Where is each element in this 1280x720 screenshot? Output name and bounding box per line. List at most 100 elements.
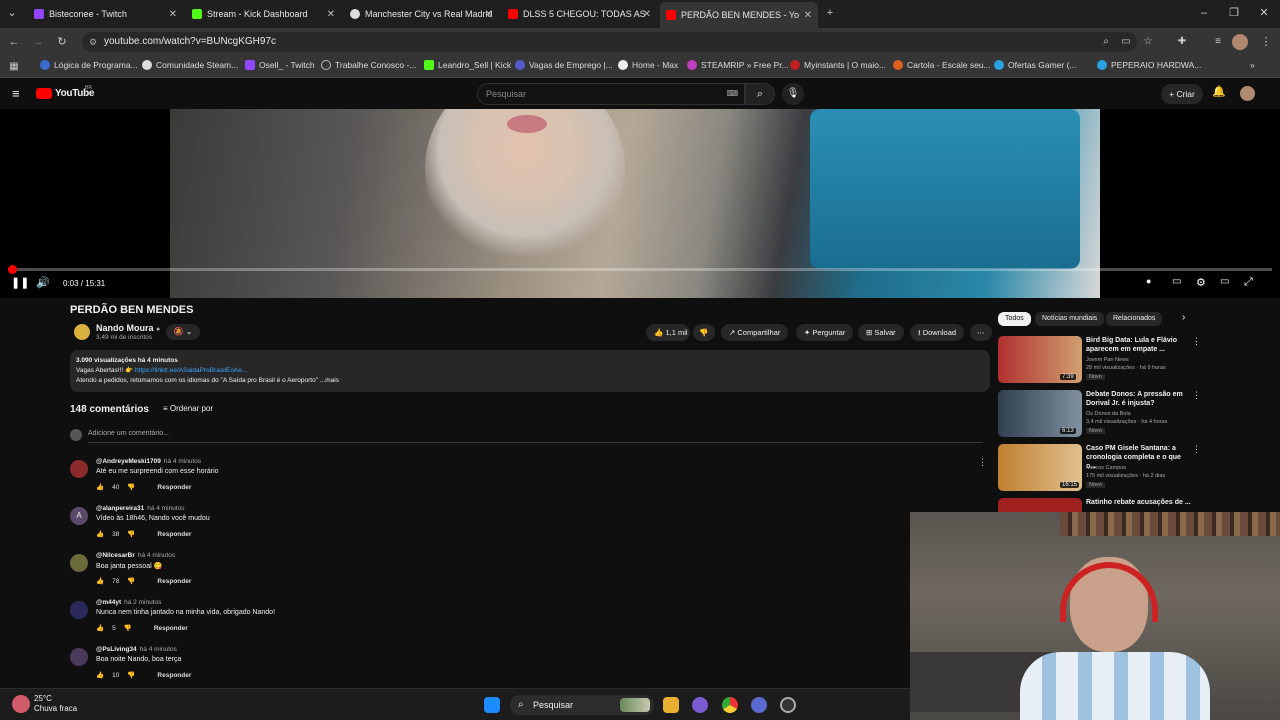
autoplay-toggle-icon[interactable]: ● — [1146, 276, 1151, 286]
bookmark-item[interactable]: PEPERAIO HARDWA... — [1097, 60, 1201, 70]
bookmark-item[interactable]: Comunidade Steam... — [142, 60, 238, 70]
video-player[interactable]: ❚❚ 🔊 0:03 / 15:31 ● ▭ ⚙ ▭ ⤢ — [0, 109, 1280, 298]
video-menu-icon[interactable]: ⋮ — [1192, 390, 1201, 401]
obs-icon[interactable] — [780, 697, 796, 713]
search-input[interactable]: Pesquisar ⌨ — [477, 83, 745, 105]
extensions-icon[interactable]: ✚ — [1174, 34, 1190, 50]
comment-avatar[interactable] — [70, 554, 88, 572]
close-tab-icon[interactable]: ✕ — [643, 9, 651, 20]
add-comment-input[interactable]: Adicione um comentário... — [88, 430, 983, 443]
chip-world-news[interactable]: Notícias mundiais — [1035, 312, 1105, 326]
thumbs-up-icon[interactable]: 👍 — [96, 671, 104, 679]
weather-widget[interactable]: 25°C Chuva fraca — [34, 694, 77, 714]
settings-gear-icon[interactable]: ⚙ — [1196, 276, 1206, 289]
comment-avatar[interactable]: A — [70, 507, 88, 525]
thumbs-down-icon[interactable]: 👎 — [127, 483, 135, 491]
reading-list-icon[interactable]: ≡ — [1210, 34, 1226, 50]
recommended-video[interactable]: 16:15 Caso PM Gisele Santana: a cronolog… — [998, 444, 1201, 494]
progress-bar[interactable] — [8, 265, 1272, 274]
comment-author[interactable]: @m44yt — [96, 599, 121, 606]
youtube-logo-icon[interactable] — [36, 88, 52, 99]
discord-icon[interactable] — [751, 697, 767, 713]
window-close-icon[interactable]: ✕ — [1256, 5, 1272, 21]
browser-tab-kick[interactable]: Stream - Kick Dashboard ✕ — [186, 4, 341, 24]
thumbs-down-icon[interactable]: 👎 — [127, 671, 135, 679]
chip-related[interactable]: Relacionados — [1106, 312, 1163, 326]
comment-time[interactable]: há 2 minutos — [124, 599, 161, 606]
keyboard-icon[interactable]: ⌨ — [726, 84, 738, 104]
apps-grid-icon[interactable]: ▦ — [6, 59, 22, 75]
progress-scrubber[interactable] — [8, 265, 18, 274]
comment-menu-icon[interactable]: ⋮ — [978, 457, 987, 468]
bookmark-item[interactable]: Ofertas Gamer (... — [994, 60, 1077, 70]
reply-button[interactable]: Responder — [157, 484, 191, 491]
thumbs-up-icon[interactable]: 👍 — [96, 624, 104, 632]
bookmark-item[interactable]: Home - Max — [618, 60, 678, 70]
file-explorer-icon[interactable] — [663, 697, 679, 713]
recommended-video[interactable]: Ratinho rebate acusações de ... — [998, 498, 1198, 512]
pause-icon[interactable]: ❚❚ — [11, 276, 29, 289]
download-button[interactable]: ⭳ Download — [910, 324, 965, 341]
reply-button[interactable]: Responder — [157, 672, 191, 679]
like-button[interactable]: 👍 1,1 mil — [646, 324, 690, 341]
back-icon[interactable]: ← — [6, 34, 22, 50]
description-link[interactable]: https://linktr.ee/ASaidaProBrasilEoAe... — [135, 367, 247, 374]
browser-menu-icon[interactable]: ⋮ — [1258, 34, 1274, 50]
reload-icon[interactable]: ↻ — [54, 34, 70, 50]
hamburger-menu-icon[interactable]: ≡ — [12, 86, 20, 101]
thumbs-up-icon[interactable]: 👍 — [96, 577, 104, 585]
bookmark-item[interactable]: Myinstants | O maio... — [790, 60, 886, 70]
fullscreen-icon[interactable]: ⤢ — [1244, 276, 1253, 289]
bookmark-item[interactable]: Lógica de Programa... — [40, 60, 138, 70]
chevron-right-icon[interactable]: › — [1182, 312, 1185, 323]
close-tab-icon[interactable]: ✕ — [327, 9, 335, 20]
comment-time[interactable]: há 4 minutos — [164, 458, 201, 465]
sort-button[interactable]: ≡ Ordenar por — [163, 404, 213, 413]
volume-icon[interactable]: 🔊 — [36, 276, 50, 289]
browser-tab-dlss[interactable]: DLSS 5 CHEGOU: TODAS AS ✕ — [502, 4, 657, 24]
create-button[interactable]: + Criar — [1161, 84, 1203, 104]
browser-tab-twitch[interactable]: Bisteconee - Twitch ✕ — [28, 4, 183, 24]
reply-button[interactable]: Responder — [157, 531, 191, 538]
subtitles-icon[interactable]: ▭ — [1172, 276, 1181, 287]
bookmark-item[interactable]: STEAMRIP » Free Pr... — [687, 60, 789, 70]
comment-time[interactable]: há 4 minutos — [140, 646, 177, 653]
reply-button[interactable]: Responder — [154, 625, 188, 632]
search-button[interactable]: ⌕ — [745, 83, 775, 105]
save-button[interactable]: ⊞ Salvar — [858, 324, 904, 341]
thumbs-up-icon[interactable]: 👍 — [96, 530, 104, 538]
windows-start-icon[interactable] — [484, 697, 500, 713]
thumbs-down-icon[interactable]: 👎 — [127, 577, 135, 585]
zoom-icon[interactable]: ⌕ — [1098, 34, 1114, 50]
thumbs-up-icon[interactable]: 👍 — [96, 483, 104, 491]
comment-author[interactable]: @AndreyeMeski1709 — [96, 458, 161, 465]
site-info-icon[interactable]: ⚙ — [89, 32, 97, 52]
recommended-video[interactable]: 7:39 Bird Big Data: Lula e Flávio aparec… — [998, 336, 1201, 386]
comment-author[interactable]: @alanpereira31 — [96, 505, 144, 512]
chip-all[interactable]: Todos — [998, 312, 1031, 326]
theater-mode-icon[interactable]: ▭ — [1220, 276, 1229, 287]
voice-search-button[interactable]: 🎙 — [782, 83, 804, 105]
channel-name[interactable]: Nando Moura ● — [96, 323, 160, 333]
description-box[interactable]: 3.090 visualizações há 4 minutos Vagas A… — [70, 350, 990, 392]
chrome-icon[interactable] — [722, 697, 738, 713]
bookmark-item[interactable]: Trabalhe Conosco -... — [321, 60, 416, 70]
subscribed-bell-button[interactable]: 🔕 ⌄ — [166, 324, 200, 340]
comment-author[interactable]: @PsLiving34 — [96, 646, 137, 653]
reply-button[interactable]: Responder — [157, 578, 191, 585]
bookmark-item[interactable]: Cartola - Escale seu... — [893, 60, 991, 70]
comment-avatar[interactable] — [70, 601, 88, 619]
close-tab-icon[interactable]: ✕ — [804, 10, 812, 21]
ask-button[interactable]: ✦ Perguntar — [796, 324, 854, 341]
channel-avatar[interactable] — [74, 324, 90, 340]
url-field[interactable]: ⚙ youtube.com/watch?v=BUNcgKGH97c — [82, 32, 1137, 52]
video-menu-icon[interactable]: ⋮ — [1192, 336, 1201, 347]
comment-avatar[interactable] — [70, 460, 88, 478]
browser-tab-active[interactable]: PERDÃO BEN MENDES - Yo ✕ — [660, 2, 818, 28]
weather-icon[interactable] — [12, 695, 30, 713]
app-icon[interactable] — [692, 697, 708, 713]
bookmark-item[interactable]: Leandro_Sell | Kick — [424, 60, 511, 70]
minimize-icon[interactable]: – — [1196, 5, 1212, 21]
profile-avatar[interactable] — [1232, 34, 1248, 50]
comment-time[interactable]: há 4 minutos — [138, 552, 175, 559]
